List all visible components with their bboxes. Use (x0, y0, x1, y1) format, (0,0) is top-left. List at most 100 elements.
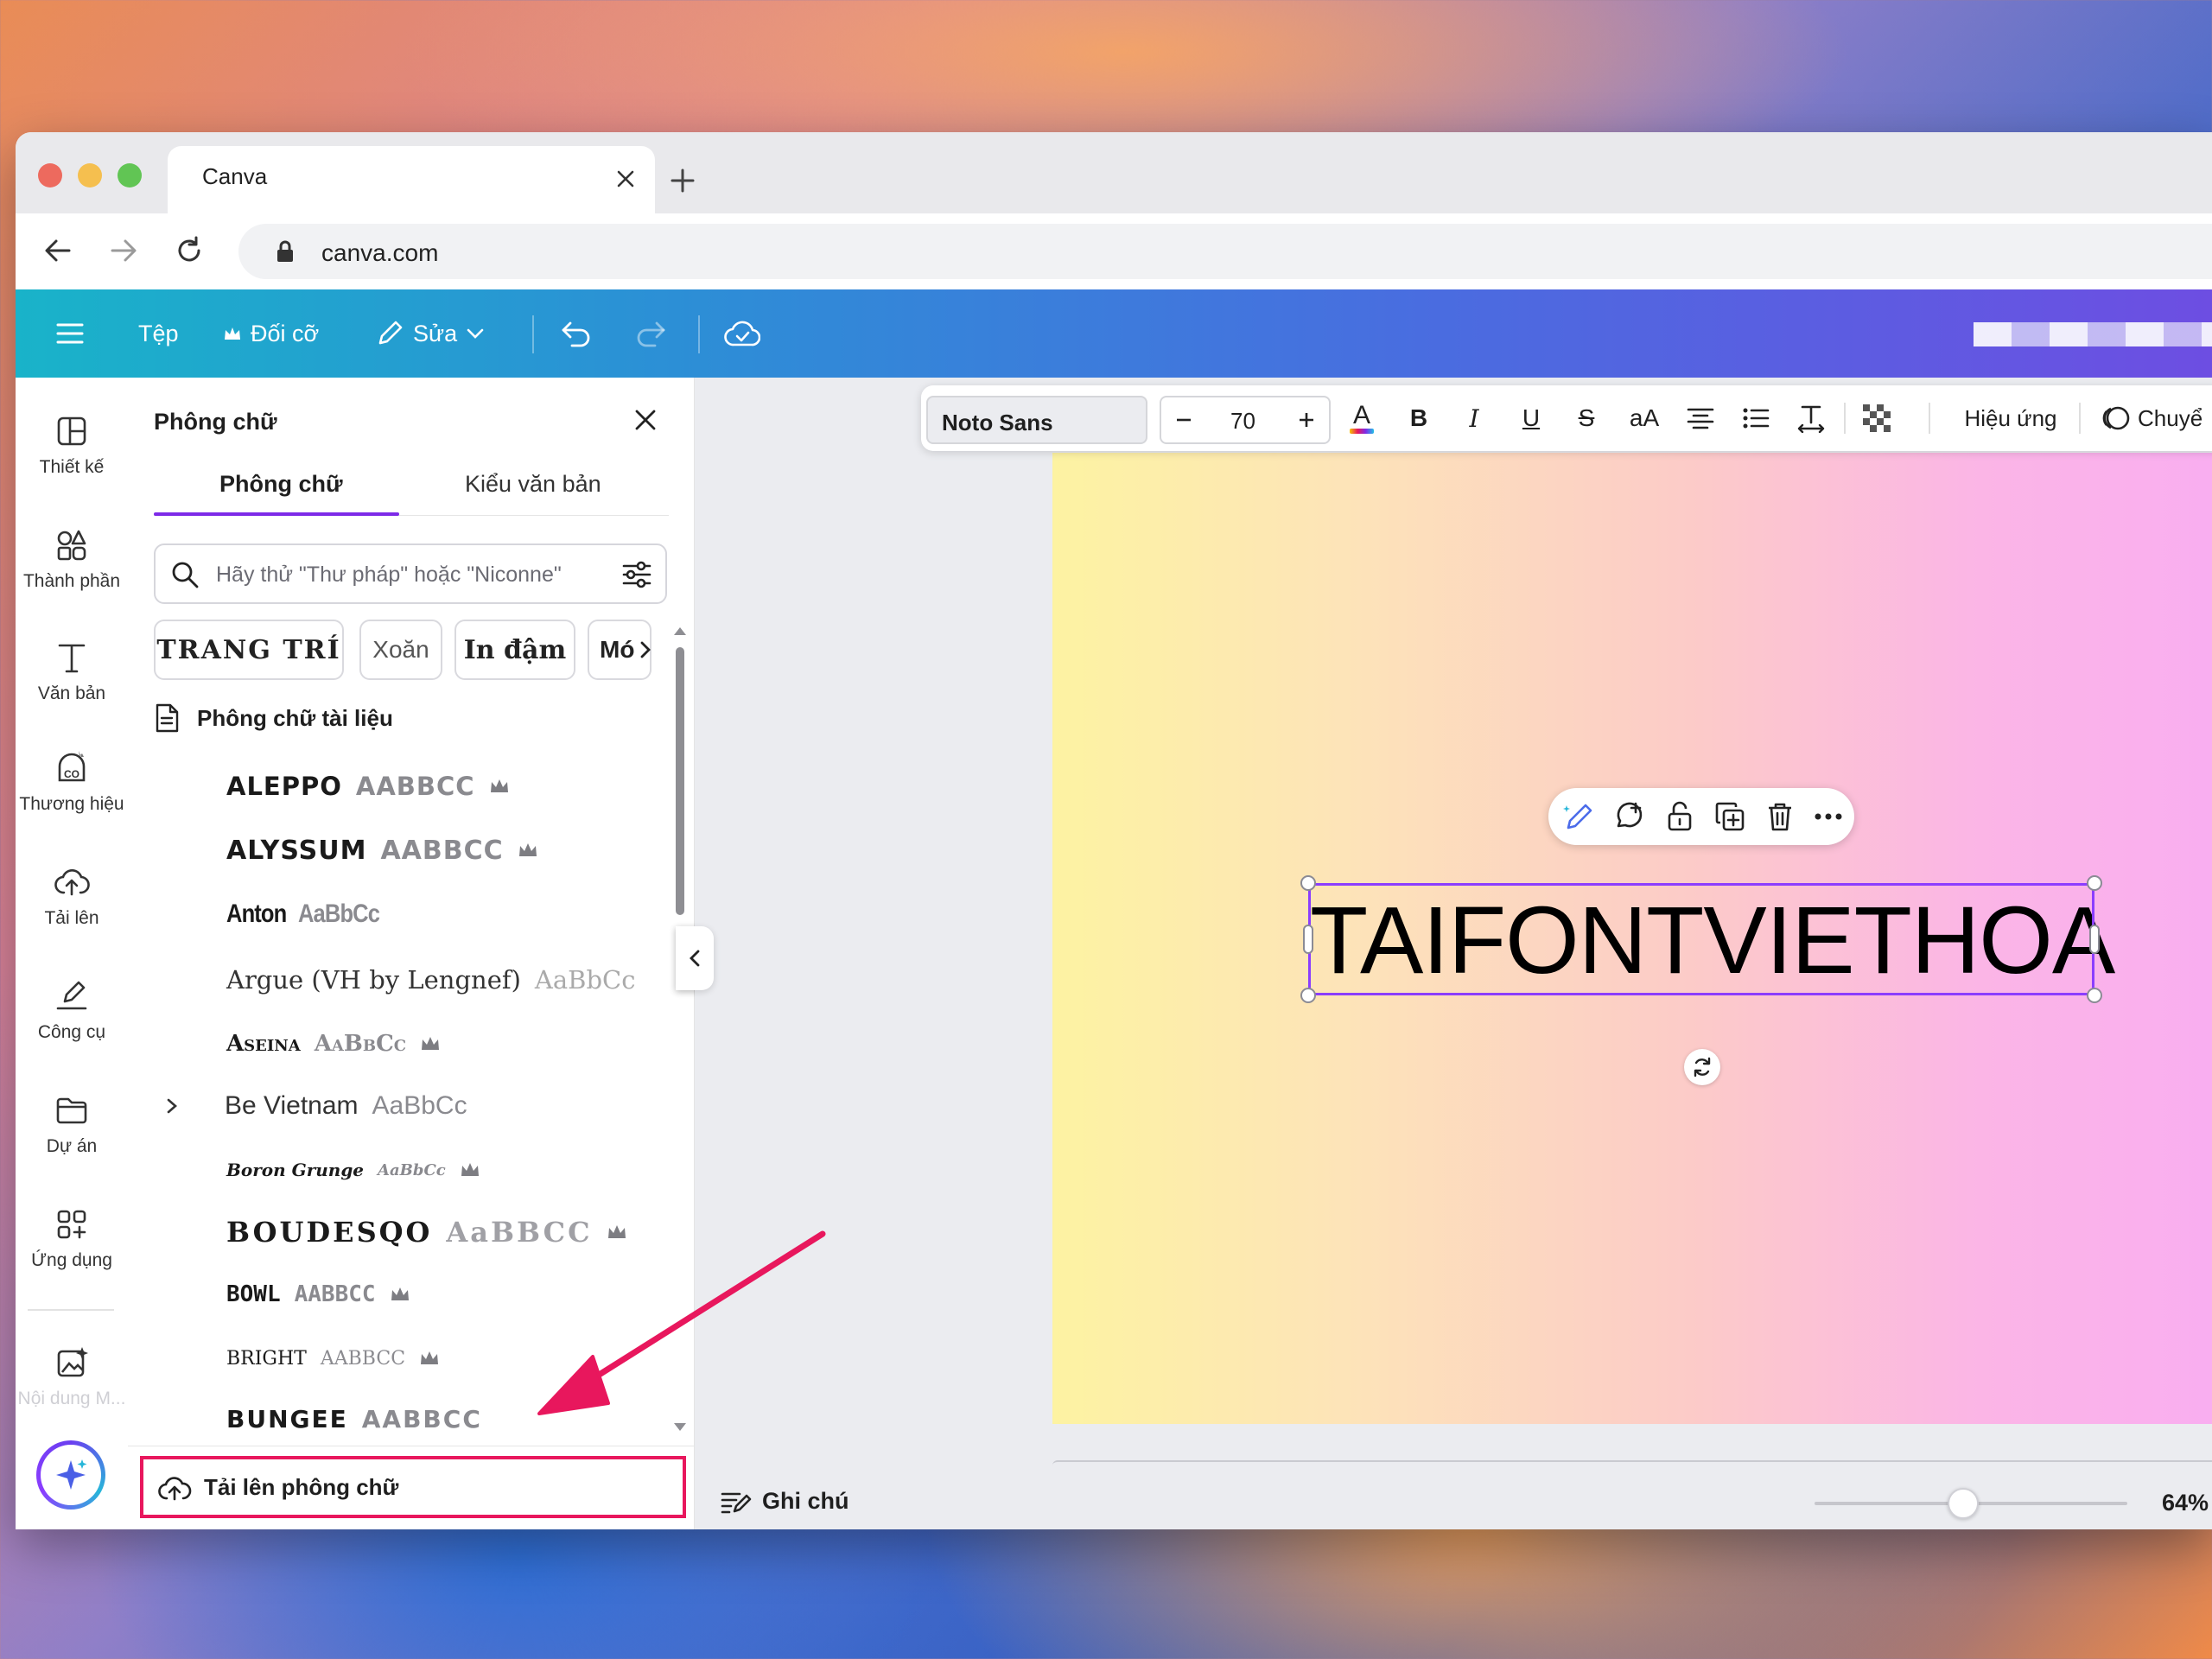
forward-icon[interactable] (104, 231, 143, 270)
bold-icon[interactable]: B (1402, 399, 1436, 437)
upload-font-button[interactable]: Tải lên phông chữ (140, 1456, 686, 1518)
search-icon (172, 562, 199, 588)
browser-tab[interactable]: Canva (168, 146, 655, 213)
strikethrough-icon[interactable]: S (1569, 399, 1604, 437)
delete-icon[interactable] (1761, 798, 1799, 836)
scrollbar-thumb[interactable] (676, 647, 684, 915)
resize-handle[interactable] (2087, 875, 2102, 891)
spacing-icon[interactable] (1794, 399, 1828, 437)
font-item[interactable]: ALYSSUM AABBCC (226, 829, 538, 872)
font-sample: AaBbCc (372, 1091, 467, 1120)
rail-item-design[interactable]: Thiết kế (16, 412, 128, 478)
rail-item-brand[interactable]: CO Thương hiệu (16, 749, 128, 815)
font-item[interactable]: Aseina AaBbCc (226, 1022, 441, 1065)
file-menu-button[interactable]: Tệp (138, 314, 179, 353)
rail-item-text[interactable]: Văn bản (16, 639, 128, 704)
rail-item-draw[interactable]: Công cụ (16, 977, 128, 1043)
rail-divider (28, 1309, 114, 1311)
magic-assistant-button[interactable] (36, 1440, 105, 1510)
font-item[interactable]: Argue (VH by Lengnef) AaBbCc (226, 958, 635, 1001)
zoom-slider-knob[interactable] (1948, 1488, 1979, 1519)
comment-icon[interactable] (1611, 798, 1649, 836)
layout-icon (57, 416, 86, 446)
rail-item-apps[interactable]: Ứng dụng (16, 1205, 128, 1271)
transparency-icon[interactable] (1858, 399, 1896, 437)
chip-scroll-right-icon[interactable] (632, 637, 658, 663)
draw-icon (56, 981, 87, 1010)
close-window-button[interactable] (38, 163, 62, 188)
chip-bold[interactable]: In đậm (454, 620, 575, 680)
rail-item-uploads[interactable]: Tải lên (16, 863, 128, 929)
expand-chevron-icon[interactable] (159, 1093, 185, 1119)
design-title-redacted[interactable] (1974, 322, 2212, 346)
font-sample: AABBCC (380, 835, 504, 866)
close-panel-icon[interactable] (626, 400, 665, 440)
effects-button[interactable]: Hiệu ứng (1955, 399, 2067, 437)
side-handle[interactable] (2089, 925, 2100, 954)
rail-item-elements[interactable]: Thành phần (16, 526, 128, 592)
scroll-up-icon[interactable] (672, 625, 688, 637)
cloud-save-icon[interactable] (724, 314, 760, 353)
chip-curly[interactable]: Xoăn (359, 620, 442, 680)
font-item[interactable]: BRIGHT AABBCC (226, 1337, 440, 1380)
font-item[interactable]: Boron Grunge AaBbCc (226, 1148, 480, 1192)
lock-icon[interactable] (1661, 798, 1699, 836)
redo-icon[interactable] (634, 314, 667, 353)
resize-handle[interactable] (2087, 988, 2102, 1003)
font-item[interactable]: ALEPPO AABBCC (226, 765, 510, 808)
side-handle[interactable] (1303, 925, 1313, 954)
lock-icon (277, 240, 293, 262)
align-center-icon[interactable] (1683, 399, 1718, 437)
toolbar-divider (2079, 403, 2081, 434)
menu-icon[interactable] (55, 314, 85, 353)
maximize-window-button[interactable] (118, 163, 142, 188)
undo-icon[interactable] (560, 314, 593, 353)
rail-item-projects[interactable]: Dự án (16, 1091, 128, 1157)
font-size-value[interactable]: 70 (1230, 408, 1255, 435)
url-field[interactable]: canva.com (238, 224, 2212, 279)
duplicate-icon[interactable] (1711, 798, 1749, 836)
edit-button[interactable]: Sửa (375, 314, 485, 353)
magic-edit-icon[interactable] (1560, 798, 1599, 836)
underline-icon[interactable]: U (1514, 399, 1548, 437)
resize-handle[interactable] (1300, 988, 1316, 1003)
font-search-input[interactable]: Hãy thử "Thư pháp" hoặc "Niconne" (154, 543, 667, 604)
zoom-level[interactable]: 64% (2162, 1490, 2209, 1516)
filter-icon[interactable] (620, 559, 653, 590)
italic-icon[interactable]: I (1457, 399, 1491, 437)
new-tab-icon[interactable] (664, 162, 702, 200)
increase-size-button[interactable] (1291, 401, 1322, 439)
letter-case-icon[interactable]: aA (1623, 399, 1666, 437)
animate-icon (2102, 406, 2130, 430)
chip-decorative[interactable]: TRANG TRÍ (154, 620, 344, 680)
canvas-page-edge (1052, 1460, 2212, 1465)
resize-handle[interactable] (1300, 875, 1316, 891)
back-icon[interactable] (38, 231, 78, 270)
rotate-icon[interactable] (1684, 1049, 1720, 1085)
font-family-value: Noto Sans (942, 410, 1053, 435)
pencil-icon (378, 321, 403, 345)
font-family-dropdown[interactable]: Noto Sans (926, 396, 1147, 444)
decrease-size-button[interactable] (1168, 401, 1199, 439)
edit-label: Sửa (413, 320, 458, 346)
magic-media-icon (57, 1347, 88, 1377)
font-item[interactable]: Be Vietnam AaBbCc (225, 1084, 467, 1128)
reload-icon[interactable] (169, 231, 209, 270)
list-icon[interactable] (1738, 399, 1773, 437)
tab-fonts[interactable]: Phông chữ (219, 471, 343, 498)
collapse-panel-button[interactable] (676, 926, 714, 990)
font-item[interactable]: BOWL AABBCC (226, 1273, 410, 1316)
rail-item-magic-media[interactable]: Nội dung M... (16, 1344, 128, 1409)
font-item[interactable]: Anton AaBbCc (226, 893, 380, 936)
section-title: Phông chữ tài liệu (197, 704, 393, 731)
tab-close-icon[interactable] (608, 162, 643, 196)
notes-button[interactable]: Ghi chú (721, 1488, 849, 1515)
minimize-window-button[interactable] (78, 163, 102, 188)
tab-text-styles[interactable]: Kiểu văn bản (465, 471, 601, 498)
animate-button[interactable]: Chuyể (2100, 399, 2212, 437)
font-item[interactable]: BUNGEE AABBCC (226, 1397, 482, 1440)
resize-button[interactable]: Đối cỡ (223, 314, 319, 353)
text-color-icon[interactable]: A (1344, 399, 1379, 437)
font-size-stepper[interactable]: 70 (1160, 396, 1331, 444)
more-icon[interactable] (1809, 798, 1847, 836)
